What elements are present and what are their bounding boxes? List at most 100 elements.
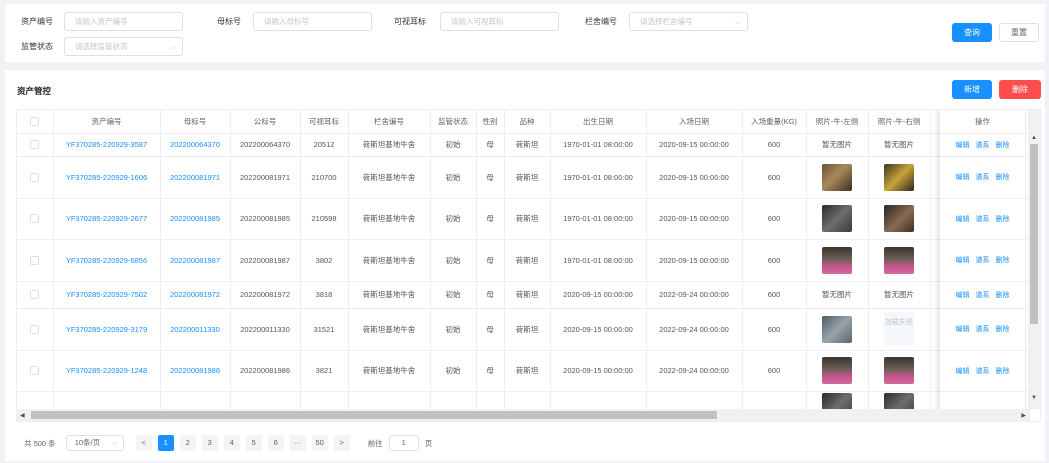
row-checkbox[interactable] [30,214,40,224]
asset-no-cell[interactable]: YF370285-220929-7502 [53,281,161,309]
page-button[interactable]: 1 [157,435,174,451]
row-checkbox[interactable] [30,290,40,300]
row-select-cell[interactable] [17,133,54,157]
asset-no-cell[interactable]: YF370285-220929-2677 [53,198,161,240]
entry-date-cell: 2020-09-15 00:00:00 [646,198,743,240]
row-select-cell[interactable] [17,198,54,240]
delete-link[interactable]: 删除 [996,216,1010,223]
delete-link[interactable]: 删除 [996,292,1010,299]
mother-tag-cell[interactable]: 202200081985 [160,198,231,240]
edit-link[interactable]: 编辑 [956,257,970,264]
mother-tag-cell[interactable]: 202200081986 [160,350,231,392]
delete-link[interactable]: 删除 [996,142,1010,149]
row-select-cell[interactable] [17,281,54,309]
pedigree-link[interactable]: 谱系 [976,292,990,299]
mother-tag-cell[interactable]: 202200064370 [160,133,231,157]
supervision-status-cell: 初始 [430,350,477,392]
visible-eartag-label: 可视耳标 [394,17,426,26]
row-checkbox[interactable] [30,172,40,182]
goto-page-input[interactable]: 1 [388,435,419,451]
row-select-cell[interactable] [17,350,54,392]
cow-photo-right[interactable] [884,357,914,384]
cow-photo-left[interactable] [822,205,852,232]
entry-date-cell: 2020-09-15 00:00:00 [646,156,743,199]
asset-no-cell[interactable]: YF370285-220929-1606 [53,156,161,199]
visible-eartag-input[interactable]: 请输入可视耳标 [440,12,559,31]
edit-link[interactable]: 编辑 [956,368,970,375]
delete-link[interactable]: 删除 [996,326,1010,333]
page-button[interactable]: 50 [311,435,328,451]
page-button[interactable]: 5 [245,435,262,451]
cow-photo-left[interactable] [822,315,852,343]
scroll-up-icon[interactable]: ▲ [1031,135,1037,141]
delete-button[interactable]: 删除 [999,80,1041,99]
supervision-status-select[interactable]: 请选择监管状态 ⌵ [64,37,183,56]
pedigree-link[interactable]: 谱系 [976,216,990,223]
birth-date-cell: 1970-01-01 08:00:00 [550,156,647,199]
prev-page-button[interactable]: < [135,435,152,451]
pedigree-link[interactable]: 谱系 [976,142,990,149]
pedigree-link[interactable]: 谱系 [976,368,990,375]
row-checkbox[interactable] [30,366,40,376]
cow-photo-left[interactable] [822,163,852,191]
row-checkbox[interactable] [30,324,40,334]
asset-no-cell[interactable]: YF370285-220929-3587 [53,133,161,157]
vertical-scroll-thumb[interactable] [1030,144,1038,324]
select-all-checkbox[interactable] [30,117,40,126]
mother-tag-cell[interactable]: 202200081971 [160,156,231,199]
cow-photo-left[interactable] [822,246,852,274]
delete-link[interactable]: 删除 [996,174,1010,181]
mother-tag-input[interactable]: 请输入母标号 [253,12,372,31]
no-image-text: 暂无图片 [806,133,869,157]
cow-photo-right[interactable] [884,163,914,191]
page-button[interactable]: 6 [267,435,284,451]
query-button[interactable]: 查询 [952,23,992,42]
edit-link[interactable]: 编辑 [956,326,970,333]
horizontal-scrollbar[interactable]: ◀ ▶ [17,409,1029,421]
asset-no-cell[interactable]: YF370285-220929-6856 [53,239,161,282]
scroll-right-icon[interactable]: ▶ [1021,412,1026,419]
row-select-cell[interactable] [17,156,54,199]
vertical-scrollbar[interactable]: ▲ ▼ [1028,110,1040,409]
asset-no-cell[interactable]: YF370285-220929-3179 [53,308,161,351]
cow-photo-left[interactable] [822,357,852,384]
pedigree-link[interactable]: 谱系 [976,326,990,333]
scroll-left-icon[interactable]: ◀ [20,412,25,419]
pen-no-placeholder: 请选择栏舍编号 [640,17,693,26]
edit-link[interactable]: 编辑 [956,216,970,223]
edit-link[interactable]: 编辑 [956,292,970,299]
page-button[interactable]: 4 [223,435,240,451]
visible-eartag-cell: 20512 [300,133,349,157]
row-checkbox[interactable] [30,255,40,265]
mother-tag-cell[interactable]: 202200081972 [160,281,231,309]
mother-tag-cell[interactable]: 202200011330 [160,308,231,351]
next-page-button[interactable]: > [333,435,350,451]
asset-no-cell[interactable]: YF370285-220929-1248 [53,350,161,392]
page-button[interactable]: 3 [201,435,218,451]
operations-cell: 编辑 谱系 删除 [940,350,1026,392]
mother-tag-cell[interactable]: 202200081987 [160,239,231,282]
page-size-select[interactable]: 10条/页 ⌵ [65,435,124,451]
scroll-down-icon[interactable]: ▼ [1031,395,1037,401]
cow-photo-right[interactable] [884,205,914,232]
page-button[interactable]: 2 [179,435,196,451]
page-button[interactable]: ··· [289,435,306,451]
asset-no-input[interactable]: 请输入资产编号 [64,12,183,31]
row-select-cell[interactable] [17,308,54,351]
delete-link[interactable]: 删除 [996,257,1010,264]
reset-button[interactable]: 重置 [999,23,1039,42]
horizontal-scroll-thumb[interactable] [31,411,717,419]
pen-no-select[interactable]: 请选择栏舍编号 ⌵ [629,12,748,31]
select-all-header[interactable] [17,110,54,134]
edit-link[interactable]: 编辑 [956,174,970,181]
row-select-cell[interactable] [17,239,54,282]
cow-photo-right[interactable] [884,246,914,274]
breed-cell: 荷斯坦 [504,281,551,309]
operations-row: 编辑 谱系 删除 [940,308,1026,351]
delete-link[interactable]: 删除 [996,368,1010,375]
add-button[interactable]: 新增 [952,80,992,99]
edit-link[interactable]: 编辑 [956,142,970,149]
pedigree-link[interactable]: 谱系 [976,174,990,181]
row-checkbox[interactable] [30,140,40,150]
pedigree-link[interactable]: 谱系 [976,257,990,264]
